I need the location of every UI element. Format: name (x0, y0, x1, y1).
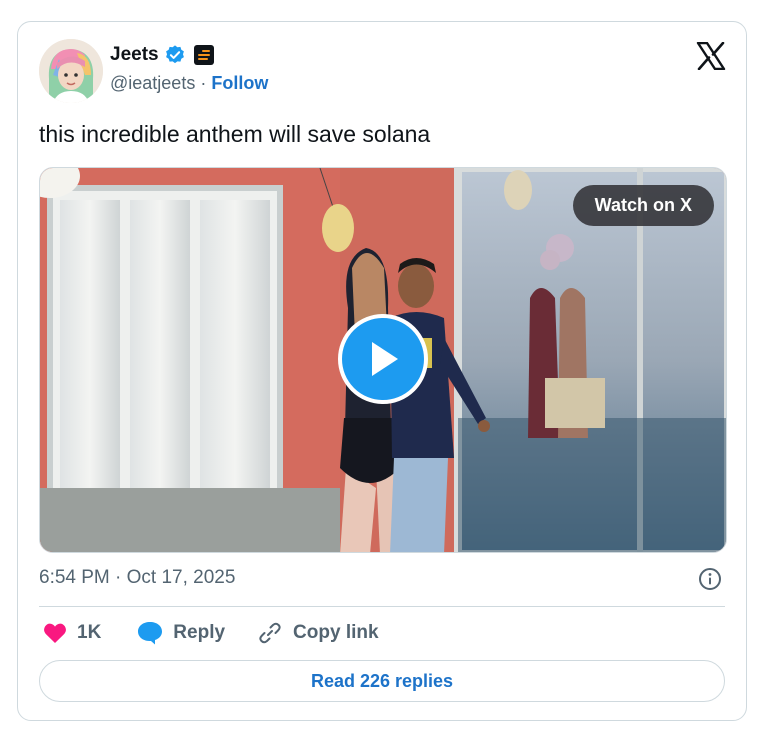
copy-link-label: Copy link (293, 622, 379, 643)
reply-bubble-icon (138, 622, 163, 645)
play-button[interactable] (338, 314, 428, 404)
reply-button[interactable]: Reply (137, 621, 225, 645)
play-icon (372, 342, 398, 376)
avatar[interactable] (39, 39, 103, 103)
x-logo-icon[interactable] (696, 42, 726, 70)
tweet-actions: 1K Reply Copy link (43, 619, 379, 647)
like-button[interactable]: 1K (43, 622, 101, 644)
info-icon[interactable] (698, 567, 722, 591)
tweet-card: Jeets @ieatjeets · Follow this incredibl… (17, 21, 747, 721)
link-icon (259, 622, 281, 644)
author-name[interactable]: Jeets (110, 44, 159, 66)
separator: · (200, 73, 207, 93)
heart-icon (44, 623, 66, 643)
video-player[interactable]: Watch on X (39, 167, 727, 553)
read-replies-button[interactable]: Read 226 replies (39, 660, 725, 702)
divider (39, 606, 725, 607)
follow-button[interactable]: Follow (211, 73, 268, 93)
tweet-timestamp[interactable]: 6:54 PM · Oct 17, 2025 (39, 567, 235, 589)
watch-on-x-button[interactable]: Watch on X (572, 185, 714, 226)
author-handle-row: @ieatjeets · Follow (110, 73, 268, 94)
author-handle[interactable]: @ieatjeets (110, 73, 195, 93)
affiliate-badge-icon[interactable] (193, 45, 214, 65)
verified-badge-icon (165, 45, 184, 64)
tweet-text: this incredible anthem will save solana (39, 121, 431, 147)
reply-label: Reply (173, 622, 226, 643)
copy-link-button[interactable]: Copy link (257, 620, 379, 646)
author-name-row: Jeets (110, 44, 214, 66)
like-count: 1K (77, 622, 102, 643)
